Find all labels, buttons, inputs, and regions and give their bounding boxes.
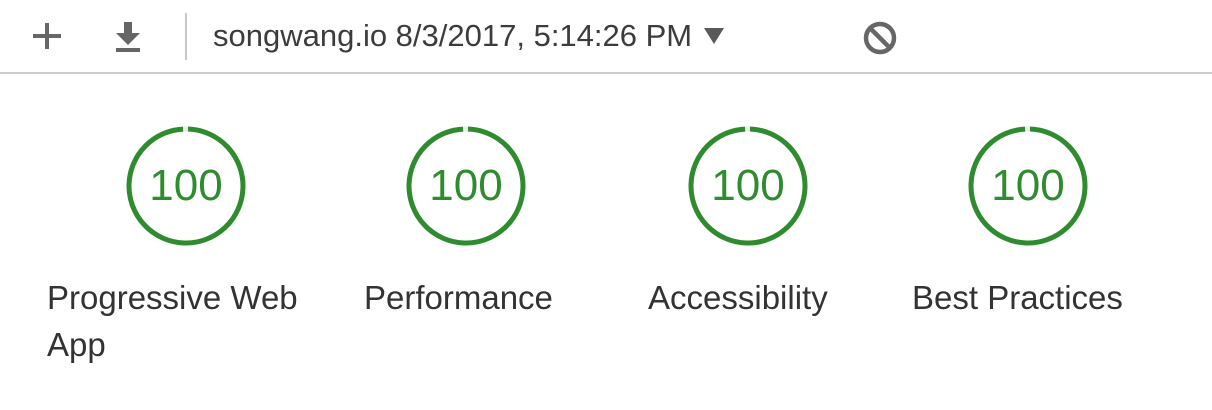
gauge-label: Accessibility [648, 279, 828, 316]
gauge-label: Progressive Web App [47, 279, 298, 363]
gauge-score: 100 [429, 161, 503, 210]
caret-down-icon [704, 28, 725, 44]
gauge-score: 100 [991, 161, 1065, 210]
report-selector[interactable]: songwang.io 8/3/2017, 5:14:26 PM [213, 14, 725, 58]
toolbar: songwang.io 8/3/2017, 5:14:26 PM [0, 0, 1212, 74]
gauge-label: Best Practices [912, 279, 1123, 316]
gauge-label: Performance [364, 279, 553, 316]
plus-icon[interactable] [24, 14, 68, 58]
gauge-score: 100 [149, 161, 223, 210]
gauge-score: 100 [711, 161, 785, 210]
toolbar-separator [185, 13, 187, 60]
report-selector-label: songwang.io 8/3/2017, 5:14:26 PM [213, 18, 693, 53]
score-gauges: 100 Progressive Web App 100 Performance … [0, 74, 1212, 410]
download-icon[interactable] [106, 14, 150, 58]
no-entry-icon[interactable] [858, 14, 902, 58]
